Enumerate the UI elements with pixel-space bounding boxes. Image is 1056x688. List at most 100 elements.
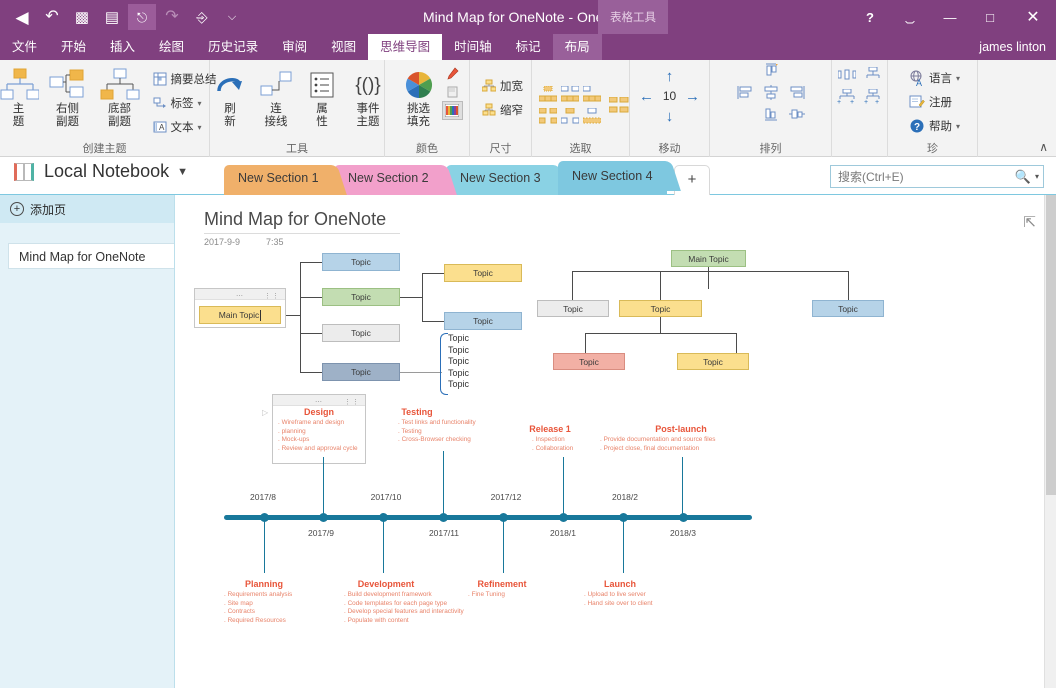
align-bottom-button[interactable] (762, 107, 780, 127)
select-siblings-button[interactable] (559, 83, 581, 105)
bracket-topic-3[interactable]: Topic (448, 356, 469, 368)
add-page-button[interactable]: + 添加页 (0, 195, 174, 223)
widen-button[interactable]: 加宽 (479, 74, 526, 98)
search-box[interactable]: 搜索(Ctrl+E) 🔍 ▾ (830, 165, 1044, 188)
connector-button[interactable]: 连 接线 (253, 64, 299, 129)
register-button[interactable]: 注册 (906, 90, 963, 114)
resize-handle-icon[interactable]: ⋮⋮ (264, 292, 280, 300)
bracket-topic-2[interactable]: Topic (448, 345, 469, 357)
customize-qat-icon[interactable]: ⌵ (218, 4, 246, 30)
distribute-vertical-button[interactable] (864, 67, 882, 87)
language-button[interactable]: A 语言 ▾ (906, 66, 963, 90)
tab-file[interactable]: 文件 (0, 34, 49, 60)
properties-button[interactable]: 属 性 (299, 64, 345, 129)
touch-mode-icon[interactable]: ⎆ (188, 4, 216, 30)
refresh-button[interactable]: 刷 新 (207, 64, 253, 129)
account-name[interactable]: james linton (979, 34, 1046, 60)
section-tab-1[interactable]: New Section 1 (224, 165, 333, 195)
undo-icon[interactable]: ↶ (38, 4, 66, 30)
note-canvas[interactable]: Mind Map for OneNote 2017-9-9 7:35 ⇱ ⋯ ⋮… (176, 195, 1044, 688)
right-subtopic-button[interactable]: 右侧 副题 (42, 64, 94, 129)
align-middle-button[interactable] (788, 107, 806, 127)
chevron-down-icon[interactable]: ▼ (177, 166, 188, 178)
notebook-selector[interactable]: Local Notebook ▼ (14, 161, 188, 182)
select-parent-button[interactable] (559, 105, 581, 127)
bottom-subtopic-button[interactable]: 底部 副题 (94, 64, 146, 129)
page-title[interactable]: Mind Map for OneNote (204, 209, 400, 232)
bracket-topic-5[interactable]: Topic (448, 379, 469, 391)
timeline-dot-8[interactable] (679, 513, 688, 522)
collapse-ribbon-button[interactable]: ∧ (1039, 140, 1048, 154)
select-tool-icon[interactable]: ⎋ (128, 4, 156, 30)
tab-draw[interactable]: 绘图 (147, 34, 196, 60)
move-step-value[interactable]: 10 (663, 89, 676, 103)
mindmap-right-level3-1[interactable]: Topic (553, 353, 625, 370)
help-button[interactable]: ? (850, 0, 890, 34)
milestone-below-4-title[interactable]: Launch (576, 579, 664, 589)
section-tab-3[interactable]: New Section 3 (446, 165, 555, 195)
select-single-button[interactable] (609, 97, 629, 113)
mindmap-left-root[interactable]: Main Topic (199, 306, 281, 324)
pick-fill-button[interactable]: 挑选 填充 (396, 64, 442, 129)
spacing-decrease-button[interactable]: ++ (863, 89, 883, 109)
select-level-button[interactable] (537, 105, 559, 127)
bracket-topic-4[interactable]: Topic (448, 368, 469, 380)
milestone-below-3-title[interactable]: Refinement (458, 579, 546, 589)
section-tab-4[interactable]: New Section 4 (558, 161, 667, 195)
vertical-scrollbar[interactable] (1044, 195, 1056, 688)
expand-arrow-icon[interactable]: ⇱ (1023, 213, 1036, 231)
milestone-above-3-title[interactable]: Release 1 (506, 424, 594, 434)
select-all-button[interactable] (537, 83, 559, 105)
minimize-button[interactable]: — (930, 0, 970, 34)
tab-review[interactable]: 审阅 (270, 34, 319, 60)
tab-home[interactable]: 开始 (49, 34, 98, 60)
design-drag-handle-dots-icon[interactable]: ⋯ (315, 398, 323, 406)
tab-tags[interactable]: 标记 (504, 34, 553, 60)
narrow-button[interactable]: 缩窄 (479, 98, 526, 122)
label-caret-icon[interactable]: ▾ (198, 99, 202, 108)
tab-mindmap[interactable]: 思维导图 (368, 34, 442, 60)
help-caret-icon[interactable]: ▾ (956, 122, 960, 131)
bracket-topic-1[interactable]: Topic (448, 333, 469, 345)
help-menu-button[interactable]: ? 帮助 ▾ (906, 114, 963, 138)
move-up-button[interactable]: ↑ (666, 68, 674, 85)
design-resize-handle-icon[interactable]: ⋮⋮ (344, 398, 360, 406)
drag-handle-dots-icon[interactable]: ⋯ (236, 292, 244, 300)
text-caret-icon[interactable]: ▾ (198, 123, 202, 132)
tab-insert[interactable]: 插入 (98, 34, 147, 60)
milestone-below-1-title[interactable]: Planning (219, 579, 309, 589)
close-button[interactable]: ✕ (1010, 0, 1056, 34)
milestone-below-2-title[interactable]: Development (336, 579, 436, 589)
tab-history[interactable]: 历史记录 (196, 34, 270, 60)
timeline-axis[interactable] (224, 515, 752, 520)
timeline-dot-4[interactable] (439, 513, 448, 522)
align-center-button[interactable] (762, 85, 780, 105)
move-handle-icon[interactable]: ▷ (262, 408, 268, 417)
mindmap-left-sub-2[interactable]: Topic (444, 312, 522, 330)
redo-icon[interactable]: ↷ (158, 4, 186, 30)
full-page-view-icon[interactable]: ▤ (98, 4, 126, 30)
timeline-dot-2[interactable] (319, 513, 328, 522)
spacing-increase-button[interactable]: ++ (837, 89, 857, 109)
language-caret-icon[interactable]: ▾ (956, 74, 960, 83)
mindmap-left-sub-1[interactable]: Topic (444, 264, 522, 282)
maximize-button[interactable]: □ (970, 0, 1010, 34)
move-down-button[interactable]: ↓ (666, 108, 674, 125)
distribute-horizontal-button[interactable] (838, 67, 856, 87)
mindmap-right-level3-2[interactable]: Topic (677, 353, 749, 370)
page-list-item[interactable]: Mind Map for OneNote (8, 243, 174, 269)
eyedropper-button[interactable] (442, 65, 463, 82)
search-input[interactable]: 搜索(Ctrl+E) (838, 168, 904, 185)
milestone-above-1-title[interactable]: Design (272, 407, 366, 417)
bracket-topic-list[interactable]: Topic Topic Topic Topic Topic (448, 333, 469, 391)
section-tab-2[interactable]: New Section 2 (334, 165, 443, 195)
search-icon[interactable]: 🔍 (1015, 169, 1031, 185)
search-caret-icon[interactable]: ▾ (1035, 172, 1039, 181)
mindmap-left-branch-2[interactable]: Topic (322, 288, 400, 306)
mindmap-right-level2-2[interactable]: Topic (619, 300, 702, 317)
timeline-dot-6[interactable] (559, 513, 568, 522)
mindmap-right-root[interactable]: Main Topic (671, 250, 746, 267)
back-icon[interactable]: ◀︎ (8, 4, 36, 30)
select-branch-button[interactable] (581, 83, 603, 105)
tab-timeline[interactable]: 时间轴 (442, 34, 504, 60)
